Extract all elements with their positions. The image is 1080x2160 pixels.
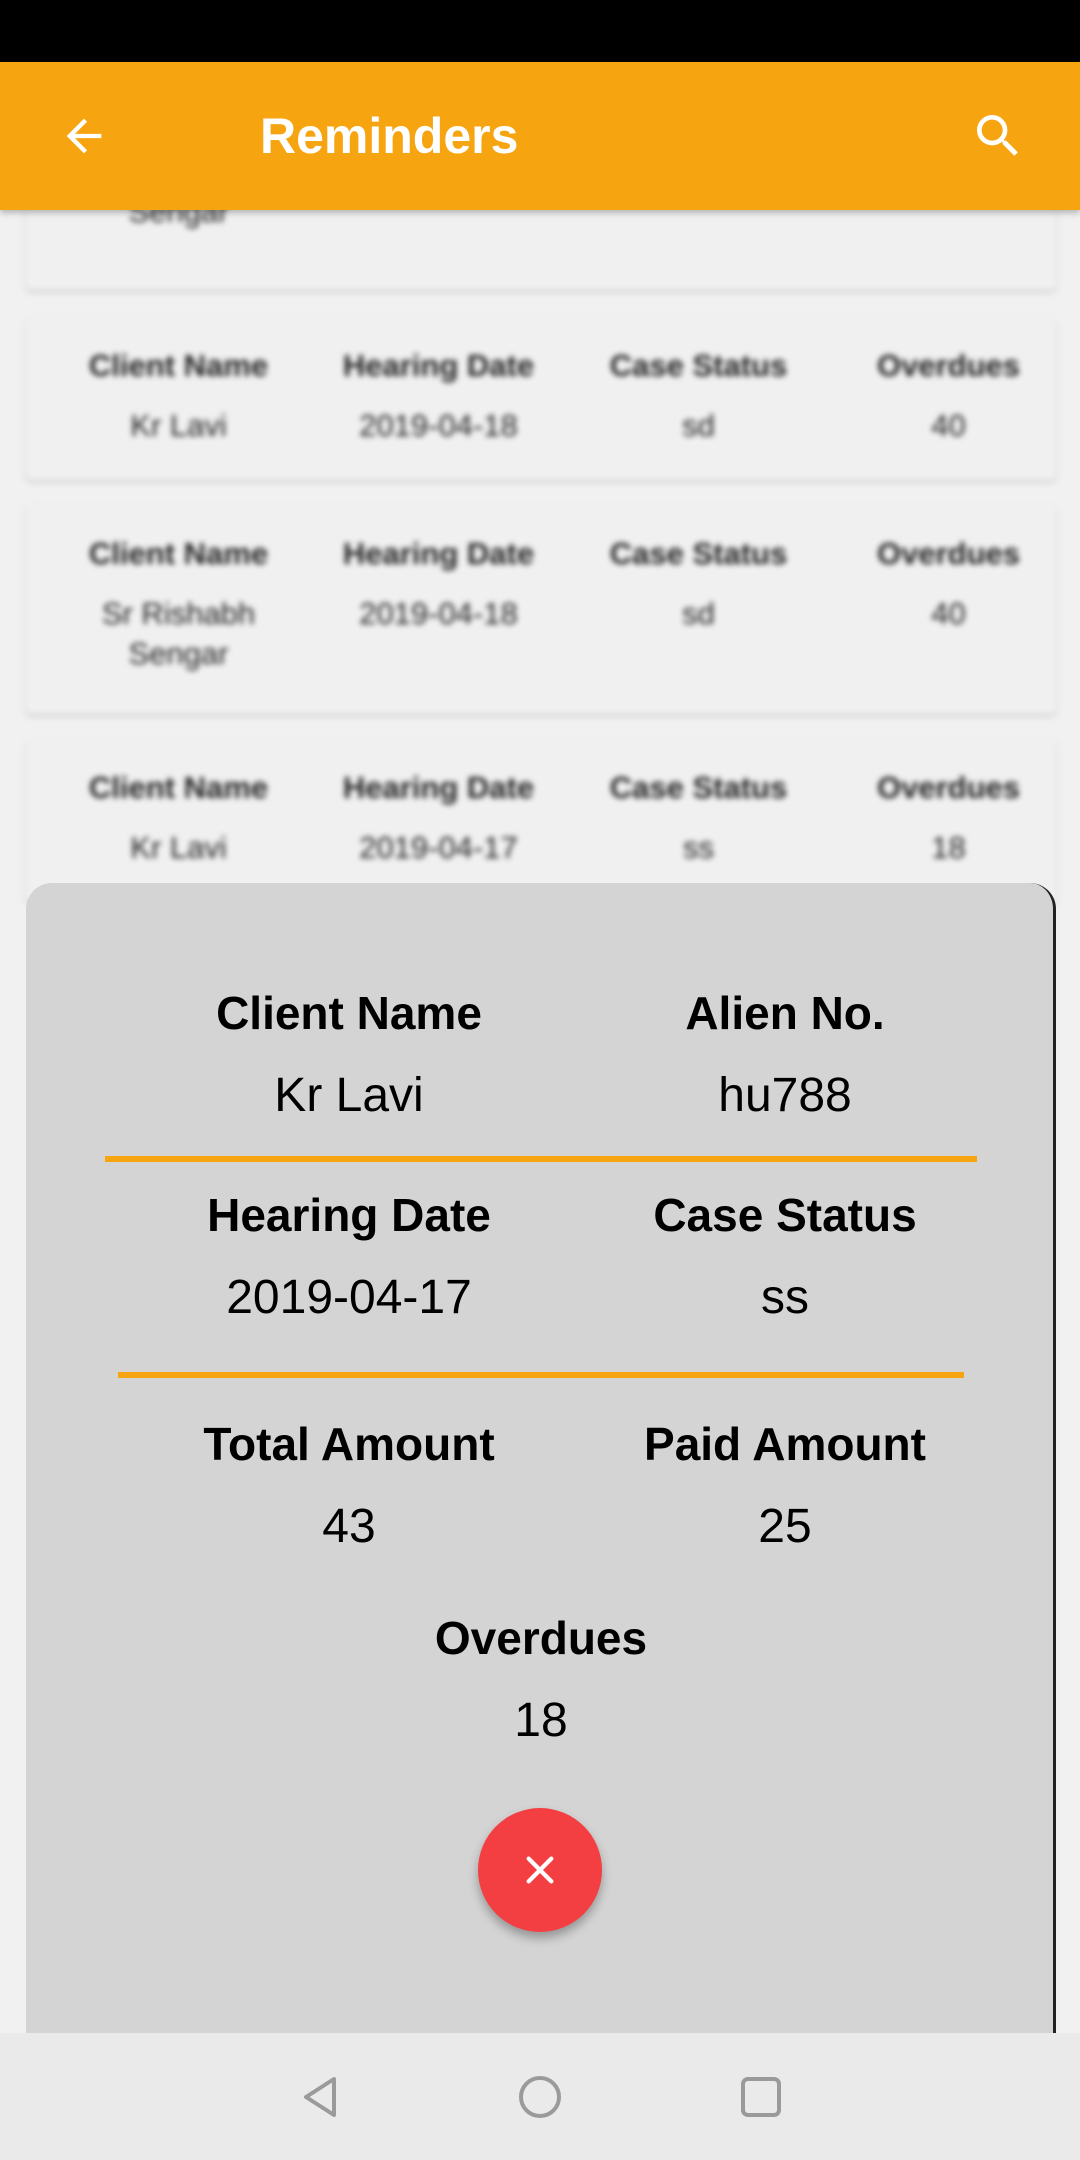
- app-bar: Reminders: [0, 62, 1080, 210]
- total-amount-field: Total Amount 43: [131, 1416, 567, 1556]
- total-amount-label: Total Amount: [203, 1418, 495, 1470]
- hearing-date-label: Hearing Date: [207, 1189, 491, 1241]
- section-divider: [105, 1156, 977, 1162]
- triangle-back-icon[interactable]: [290, 2067, 350, 2127]
- column-header: Case Status: [609, 348, 788, 383]
- column-header: Client Name: [88, 536, 269, 571]
- paid-amount-field: Paid Amount 25: [567, 1416, 1003, 1556]
- client-name-field: Client Name Kr Lavi: [131, 985, 567, 1125]
- hearing-date-value: 2019-04-18: [359, 596, 518, 631]
- section-divider: [118, 1372, 964, 1378]
- column-header: Hearing Date: [342, 536, 535, 571]
- reminder-detail-sheet: Client Name Kr Lavi Alien No. hu788 Hear…: [26, 883, 1056, 2033]
- case-status-label: Case Status: [653, 1189, 917, 1241]
- case-status-value: sd: [682, 596, 715, 631]
- client-name-label: Client Name: [216, 987, 482, 1039]
- search-icon[interactable]: [970, 108, 1026, 164]
- status-bar: [0, 0, 1080, 62]
- close-button[interactable]: [478, 1808, 602, 1932]
- overdues-label: Overdues: [434, 1612, 648, 1664]
- column-header: Overdues: [876, 536, 1020, 571]
- column-header: Overdues: [876, 348, 1020, 383]
- client-name-value: Kr Lavi: [130, 408, 227, 443]
- client-name-value: Kr Lavi: [274, 1069, 424, 1122]
- overdues-value: 40: [931, 596, 966, 631]
- case-status-value: ss: [761, 1271, 809, 1324]
- column-header: Client Name: [88, 348, 269, 383]
- case-status-value: ss: [683, 830, 714, 865]
- square-recents-icon[interactable]: [731, 2067, 791, 2127]
- client-name-value: Kr Lavi: [130, 830, 227, 865]
- list-item[interactable]: Client Name Kr Lavi Hearing Date 2019-04-1…: [26, 740, 1056, 902]
- circle-home-icon[interactable]: [510, 2067, 570, 2127]
- paid-amount-label: Paid Amount: [644, 1418, 926, 1470]
- close-icon: [526, 1856, 554, 1884]
- alien-no-label: Alien No.: [685, 987, 885, 1039]
- column-header: Hearing Date: [342, 770, 535, 805]
- hearing-date-value: 2019-04-17: [226, 1271, 472, 1324]
- list-item[interactable]: Client Name Kr Lavi Hearing Date 2019-04-1…: [26, 318, 1056, 480]
- overdues-field: Overdues 18: [323, 1610, 759, 1750]
- case-status-value: sd: [682, 408, 715, 443]
- case-status-field: Case Status ss: [567, 1187, 1003, 1327]
- system-navigation-bar: [0, 2033, 1080, 2160]
- column-header: Hearing Date: [342, 348, 535, 383]
- hearing-date-value: 2019-04-17: [359, 830, 518, 865]
- overdues-value: 40: [931, 408, 966, 443]
- total-amount-value: 43: [322, 1500, 376, 1553]
- overdues-value: 18: [931, 830, 966, 865]
- alien-no-value: hu788: [718, 1069, 852, 1122]
- list-item[interactable]: Client Name Sr Rishabh Sengar Hearing Dat…: [26, 506, 1056, 714]
- overdues-value: 18: [514, 1694, 568, 1747]
- column-header: Client Name: [88, 770, 269, 805]
- column-header: Case Status: [609, 536, 788, 571]
- paid-amount-value: 25: [758, 1500, 812, 1553]
- hearing-date-field: Hearing Date 2019-04-17: [131, 1187, 567, 1327]
- column-header: Overdues: [876, 770, 1020, 805]
- arrow-left-icon[interactable]: [58, 110, 110, 162]
- column-header: Case Status: [609, 770, 788, 805]
- alien-no-field: Alien No. hu788: [567, 985, 1003, 1125]
- hearing-date-value: 2019-04-18: [359, 408, 518, 443]
- client-name-value: Sr Rishabh Sengar: [101, 596, 256, 671]
- page-title: Reminders: [260, 108, 519, 164]
